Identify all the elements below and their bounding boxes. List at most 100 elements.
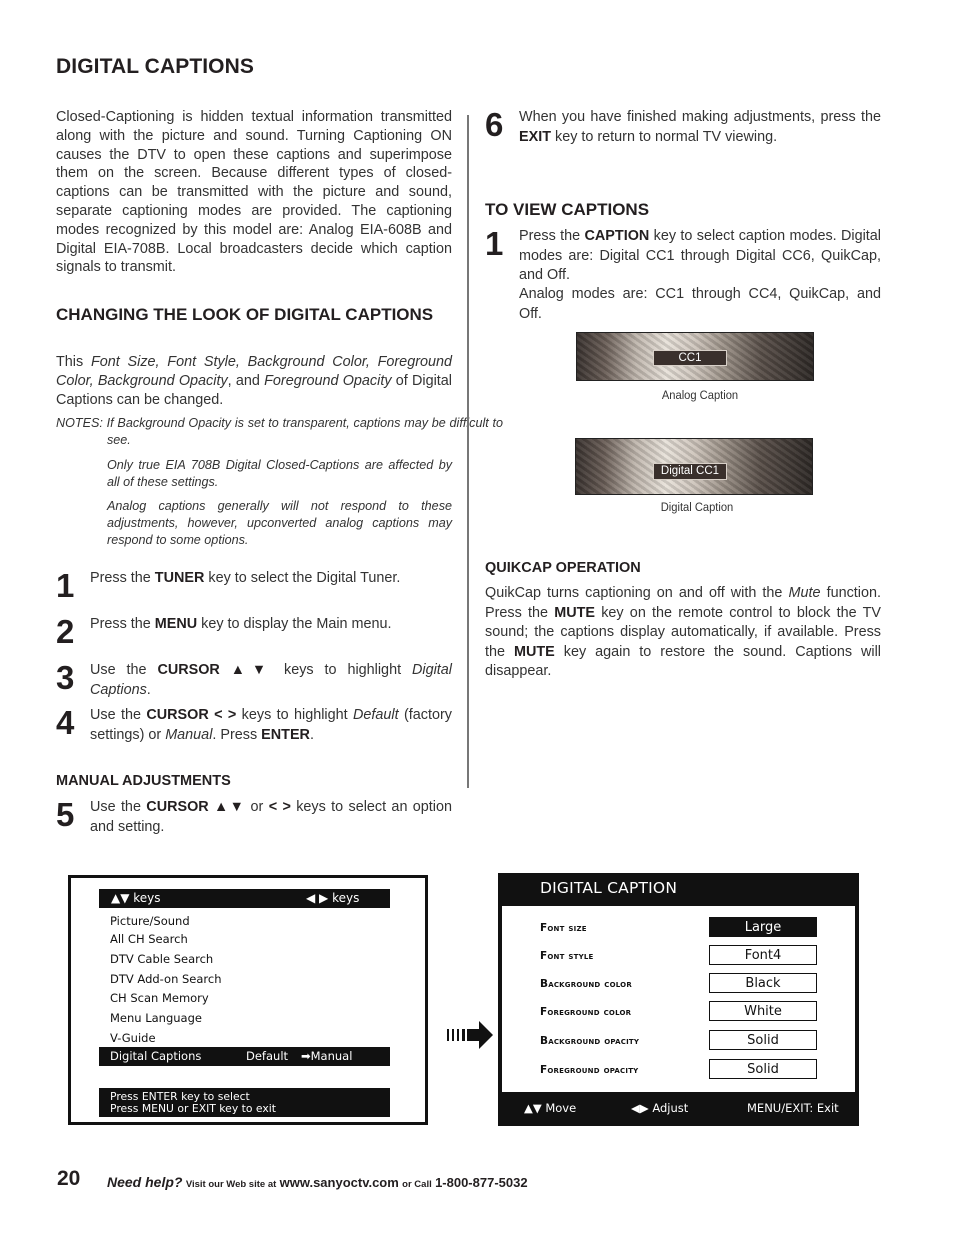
note-3: Analog captions generally will not respo… — [107, 499, 452, 547]
note-2: Only true EIA 708B Digital Closed-Captio… — [107, 458, 452, 489]
section-heading-manual-adjustments: MANUAL ADJUSTMENTS — [56, 773, 231, 789]
label-font-style: Font style — [540, 950, 594, 962]
text: Mute — [788, 585, 821, 601]
key-name: CURSOR ▲▼ — [157, 662, 274, 678]
text: . — [146, 681, 151, 698]
menu-body: Font size Large Font style Font4 Backgro… — [502, 906, 855, 1092]
step-2-text: Press the MENU key to display the Main m… — [90, 615, 452, 635]
section-heading-view-captions: TO VIEW CAPTIONS — [485, 200, 650, 219]
column-divider — [467, 115, 469, 788]
footer-exit-hint: MENU/EXIT: Exit — [747, 1101, 839, 1115]
step-6-text: When you have finished making adjustment… — [519, 108, 881, 147]
menu-title: DIGITAL CAPTION — [540, 879, 678, 897]
page-title: DIGITAL CAPTIONS — [56, 55, 254, 78]
digital-caption-image: Digital CC1 — [575, 438, 813, 495]
option-default[interactable]: Default — [246, 1049, 288, 1063]
step-number: 4 — [56, 704, 75, 741]
page-number: 20 — [57, 1167, 81, 1190]
caption-overlay: CC1 — [653, 350, 727, 366]
view-step-1-text: Press the CAPTION key to select caption … — [519, 227, 881, 286]
arrow-right-icon — [447, 1021, 493, 1049]
step-number: 2 — [56, 613, 75, 650]
menu-item-digital-captions[interactable]: Digital Captions Default ➡Manual — [99, 1047, 390, 1066]
key-name: MUTE — [513, 643, 555, 660]
step-number: 5 — [56, 796, 75, 833]
menu-item-ch-scan-memory[interactable]: CH Scan Memory — [110, 991, 209, 1005]
text: , and — [227, 372, 265, 389]
key-name: CURSOR ▲▼ — [146, 799, 246, 815]
label-foreground-opacity: Foreground opacity — [540, 1064, 639, 1076]
value-background-color[interactable]: Black — [709, 973, 817, 993]
footer-move-hint: ▲▼ Move — [524, 1101, 577, 1115]
quikcap-paragraph: QuikCap turns captioning on and off with… — [485, 584, 881, 682]
text: key to display the Main menu. — [197, 616, 392, 632]
text: key to select the Digital Tuner. — [204, 570, 401, 586]
step-5-text: Use the CURSOR ▲▼ or < > keys to select … — [90, 798, 452, 837]
key-name: MENU — [154, 616, 198, 632]
key-name: ENTER — [261, 726, 310, 743]
menu-item-dtv-cable-search[interactable]: DTV Cable Search — [110, 952, 213, 966]
key-name: MUTE — [554, 604, 595, 621]
menu-item-dtv-add-on-search[interactable]: DTV Add-on Search — [110, 972, 222, 986]
caption-overlay: Digital CC1 — [653, 463, 727, 480]
step-number: 3 — [56, 659, 75, 696]
value-font-style[interactable]: Font4 — [709, 945, 817, 965]
text: Use the — [90, 707, 147, 723]
key-name: CURSOR < > — [146, 707, 237, 723]
menu-header: ▲▼ keys ◀ ▶ keys — [99, 889, 390, 908]
digital-caption-label: Digital Caption — [660, 500, 734, 514]
text: This — [56, 354, 91, 370]
updown-keys-hint: ▲▼ keys — [111, 891, 161, 905]
text: Use the — [90, 662, 158, 678]
value-font-size[interactable]: Large — [709, 917, 817, 937]
key-name: TUNER — [154, 570, 205, 586]
call-text: or Call — [402, 1179, 432, 1190]
analog-caption-image: CC1 — [576, 332, 814, 381]
step-1-text: Press the TUNER key to select the Digita… — [90, 569, 452, 589]
text: Manual — [165, 726, 213, 743]
section-heading-changing-look: CHANGING THE LOOK OF DIGITAL CAPTIONS — [56, 305, 434, 324]
menu-item-all-ch-search[interactable]: All CH Search — [110, 932, 188, 946]
label-foreground-color: Foreground color — [540, 1006, 632, 1018]
text: QuikCap turns captioning on and off with… — [485, 585, 789, 601]
footer-line-2: Press MENU or EXIT key to exit — [110, 1102, 276, 1115]
menu-item-menu-language[interactable]: Menu Language — [110, 1011, 202, 1025]
text: When you have finished making adjustment… — [519, 109, 881, 125]
note-text: If Background Opacity is set to transpar… — [106, 416, 504, 447]
text: Press the — [90, 616, 155, 632]
phone-number: 1-800-877-5032 — [435, 1175, 528, 1190]
section-heading-quikcap: QUIKCAP OPERATION — [485, 560, 641, 576]
value-foreground-color[interactable]: White — [709, 1001, 817, 1021]
label-background-color: Background color — [540, 978, 632, 990]
option-manual[interactable]: ➡Manual — [301, 1049, 352, 1063]
intro-paragraph: Closed-Captioning is hidden textual info… — [56, 109, 452, 276]
menu-item-picture-sound[interactable]: Picture/Sound — [110, 914, 190, 928]
main-menu-screen: ▲▼ keys ◀ ▶ keys Picture/Sound All CH Se… — [68, 875, 428, 1125]
step-3-text: Use the CURSOR ▲▼ keys to highlight Digi… — [90, 661, 452, 700]
website-link[interactable]: www.sanyoctv.com — [280, 1175, 399, 1190]
visit-text: Visit our Web site at — [185, 1179, 277, 1190]
menu-footer: Press ENTER key to select Press MENU or … — [99, 1088, 390, 1117]
key-name: < > — [268, 799, 291, 815]
text: Press the — [90, 570, 155, 586]
analog-caption-label: Analog Caption — [661, 388, 739, 402]
text: Press the — [519, 228, 585, 244]
leftright-keys-hint: ◀ ▶ keys — [306, 891, 360, 905]
step-4-text: Use the CURSOR < > keys to highlight Def… — [90, 706, 452, 745]
text: or — [245, 799, 269, 815]
menu-item-v-guide[interactable]: V-Guide — [110, 1031, 156, 1045]
changing-look-paragraph: This Font Size, Font Style, Background C… — [56, 353, 452, 409]
key-name: CAPTION — [584, 228, 650, 244]
notes-label: NOTES: — [56, 416, 103, 430]
help-footer: Need help? Visit our Web site at www.san… — [107, 1174, 528, 1190]
label-background-opacity: Background opacity — [540, 1035, 640, 1047]
value-background-opacity[interactable]: Solid — [709, 1030, 817, 1050]
value-foreground-opacity[interactable]: Solid — [709, 1059, 817, 1079]
text: Default — [353, 707, 399, 723]
step-number: 1 — [485, 225, 504, 262]
text: . — [309, 726, 314, 743]
selected-item-label: Digital Captions — [110, 1049, 202, 1063]
text: . Press — [212, 726, 262, 743]
footer-adjust-hint: ◀▶ Adjust — [631, 1101, 689, 1115]
text: Use the — [90, 799, 147, 815]
